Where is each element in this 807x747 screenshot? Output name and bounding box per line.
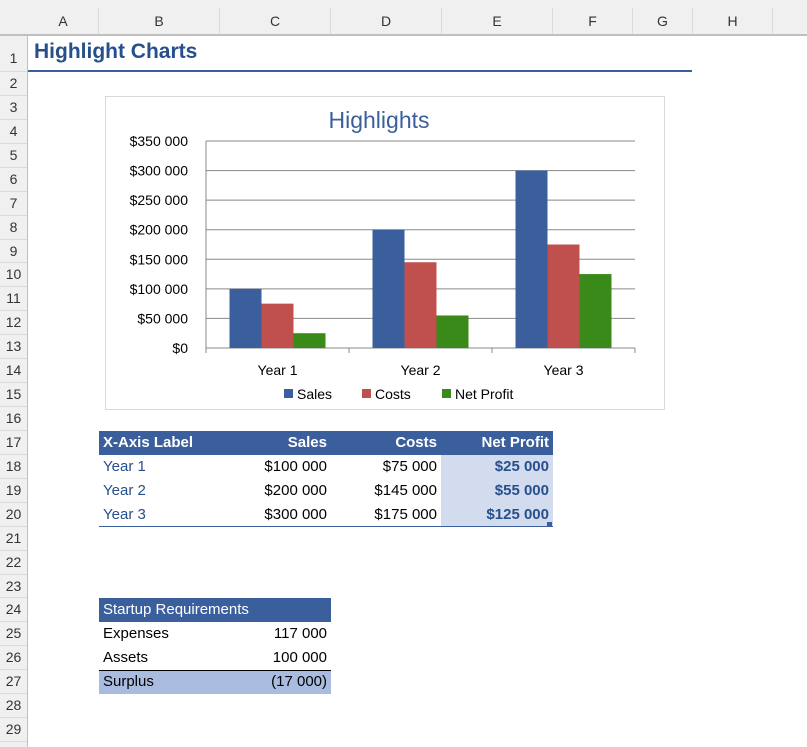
table-header-cell[interactable]: Sales bbox=[196, 430, 331, 455]
table-cell[interactable]: $75 000 bbox=[331, 455, 441, 479]
y-tick-label: $200 000 bbox=[130, 222, 189, 238]
startup-value[interactable]: 117 000 bbox=[219, 622, 331, 646]
column-header-E[interactable]: E bbox=[442, 8, 553, 34]
row-headers: 1 2 3 4 5 6 7 8 9 10 11 12 13 14 15 16 17 18 19 20 21 22 23 24 2… bbox=[0, 36, 28, 747]
row-header-8[interactable]: 8 bbox=[0, 216, 27, 240]
row-header-12[interactable]: 12 bbox=[0, 311, 27, 336]
startup-label[interactable]: Assets bbox=[99, 646, 219, 670]
row-header-28[interactable]: 28 bbox=[0, 694, 27, 719]
legend-label: Sales bbox=[297, 386, 332, 402]
sheet-title[interactable]: Highlight Charts bbox=[34, 40, 197, 64]
table-cell[interactable]: $300 000 bbox=[196, 503, 331, 527]
table-cell[interactable]: Year 2 bbox=[99, 479, 196, 503]
total-border bbox=[99, 670, 331, 672]
column-headers: ABCDEFGH bbox=[0, 8, 807, 36]
table-cell[interactable]: Year 3 bbox=[99, 503, 196, 527]
row-header-1[interactable]: 1 bbox=[0, 36, 27, 72]
table-resize-handle[interactable] bbox=[547, 521, 552, 527]
table-cell[interactable]: $200 000 bbox=[196, 479, 331, 503]
table-cell[interactable]: $100 000 bbox=[196, 455, 331, 479]
row-header-17[interactable]: 17 bbox=[0, 431, 27, 455]
column-header-G[interactable]: G bbox=[633, 8, 693, 34]
bar-costs bbox=[404, 262, 437, 348]
y-tick-label: $250 000 bbox=[130, 192, 189, 208]
x-tick-label: Year 3 bbox=[544, 362, 584, 378]
row-header-22[interactable]: 22 bbox=[0, 551, 27, 575]
row-header-11[interactable]: 11 bbox=[0, 287, 27, 312]
legend-label: Net Profit bbox=[455, 386, 513, 402]
y-tick-label: $100 000 bbox=[130, 281, 189, 297]
startup-label[interactable]: Surplus bbox=[99, 670, 219, 695]
row-header-5[interactable]: 5 bbox=[0, 144, 27, 168]
row-header-24[interactable]: 24 bbox=[0, 598, 27, 623]
column-header-A[interactable]: A bbox=[28, 8, 99, 34]
row-header-21[interactable]: 21 bbox=[0, 527, 27, 551]
table-header-cell[interactable]: Costs bbox=[331, 430, 441, 455]
table-cell[interactable]: $25 000 bbox=[441, 454, 553, 479]
column-header-C[interactable]: C bbox=[220, 8, 331, 34]
legend-swatch bbox=[362, 389, 371, 398]
row-header-19[interactable]: 19 bbox=[0, 479, 27, 503]
bar-sales bbox=[372, 229, 405, 348]
row-header-27[interactable]: 27 bbox=[0, 670, 27, 695]
row-header-9[interactable]: 9 bbox=[0, 240, 27, 264]
row-header-2[interactable]: 2 bbox=[0, 72, 27, 96]
startup-header[interactable]: Startup Requirements bbox=[99, 598, 331, 623]
row-header-29[interactable]: 29 bbox=[0, 718, 27, 743]
row-header-14[interactable]: 14 bbox=[0, 359, 27, 384]
row-header-15[interactable]: 15 bbox=[0, 383, 27, 407]
y-tick-label: $0 bbox=[172, 340, 188, 356]
table-cell[interactable]: Year 1 bbox=[99, 455, 196, 479]
column-header-B[interactable]: B bbox=[99, 8, 220, 34]
table-bottom-border bbox=[99, 525, 553, 527]
bar-net-profit bbox=[293, 333, 326, 348]
column-header-D[interactable]: D bbox=[331, 8, 442, 34]
legend-swatch bbox=[442, 389, 451, 398]
title-underline bbox=[28, 70, 692, 72]
table-cell[interactable]: $145 000 bbox=[331, 479, 441, 503]
bar-costs bbox=[261, 303, 294, 348]
bar-net-profit bbox=[436, 315, 469, 348]
y-tick-label: $50 000 bbox=[137, 310, 188, 326]
row-header-23[interactable]: 23 bbox=[0, 575, 27, 599]
chart-canvas: Highlights $0 $50 000 $100 000 $150 000 $200 … bbox=[130, 107, 636, 402]
row-header-13[interactable]: 13 bbox=[0, 335, 27, 360]
bar-sales bbox=[515, 170, 548, 348]
column-header-F[interactable]: F bbox=[553, 8, 633, 34]
table-cell[interactable]: $175 000 bbox=[331, 503, 441, 527]
row-header-18[interactable]: 18 bbox=[0, 455, 27, 479]
row-header-10[interactable]: 10 bbox=[0, 263, 27, 288]
row-header-26[interactable]: 26 bbox=[0, 646, 27, 671]
table-header-cell[interactable]: Net Profit bbox=[441, 430, 553, 455]
startup-value[interactable]: 100 000 bbox=[219, 646, 331, 670]
column-header-H[interactable]: H bbox=[693, 8, 773, 34]
x-tick-label: Year 2 bbox=[401, 362, 441, 378]
y-tick-label: $300 000 bbox=[130, 163, 189, 179]
table-cell[interactable]: $125 000 bbox=[441, 502, 553, 527]
row-header-4[interactable]: 4 bbox=[0, 120, 27, 144]
row-header-3[interactable]: 3 bbox=[0, 96, 27, 120]
bar-costs bbox=[547, 244, 580, 348]
row-header-7[interactable]: 7 bbox=[0, 192, 27, 216]
legend-label: Costs bbox=[375, 386, 411, 402]
y-tick-label: $150 000 bbox=[130, 251, 189, 267]
startup-value[interactable]: (17 000) bbox=[219, 670, 331, 695]
highlights-chart[interactable]: Highlights $0 $50 000 $100 000 $150 000 $200 … bbox=[105, 96, 665, 410]
y-tick-label: $350 000 bbox=[130, 133, 189, 149]
legend-swatch bbox=[284, 389, 293, 398]
row-header-6[interactable]: 6 bbox=[0, 168, 27, 192]
row-header-16[interactable]: 16 bbox=[0, 407, 27, 431]
table-cell[interactable]: $55 000 bbox=[441, 478, 553, 503]
x-tick-label: Year 1 bbox=[258, 362, 298, 378]
toolbar-strip bbox=[0, 0, 807, 8]
table-header-cell[interactable]: X-Axis Label bbox=[99, 430, 196, 455]
chart-title: Highlights bbox=[329, 107, 430, 133]
bar-net-profit bbox=[579, 274, 612, 348]
row-header-20[interactable]: 20 bbox=[0, 503, 27, 527]
bar-sales bbox=[229, 288, 262, 348]
row-header-25[interactable]: 25 bbox=[0, 622, 27, 647]
startup-label[interactable]: Expenses bbox=[99, 622, 219, 646]
